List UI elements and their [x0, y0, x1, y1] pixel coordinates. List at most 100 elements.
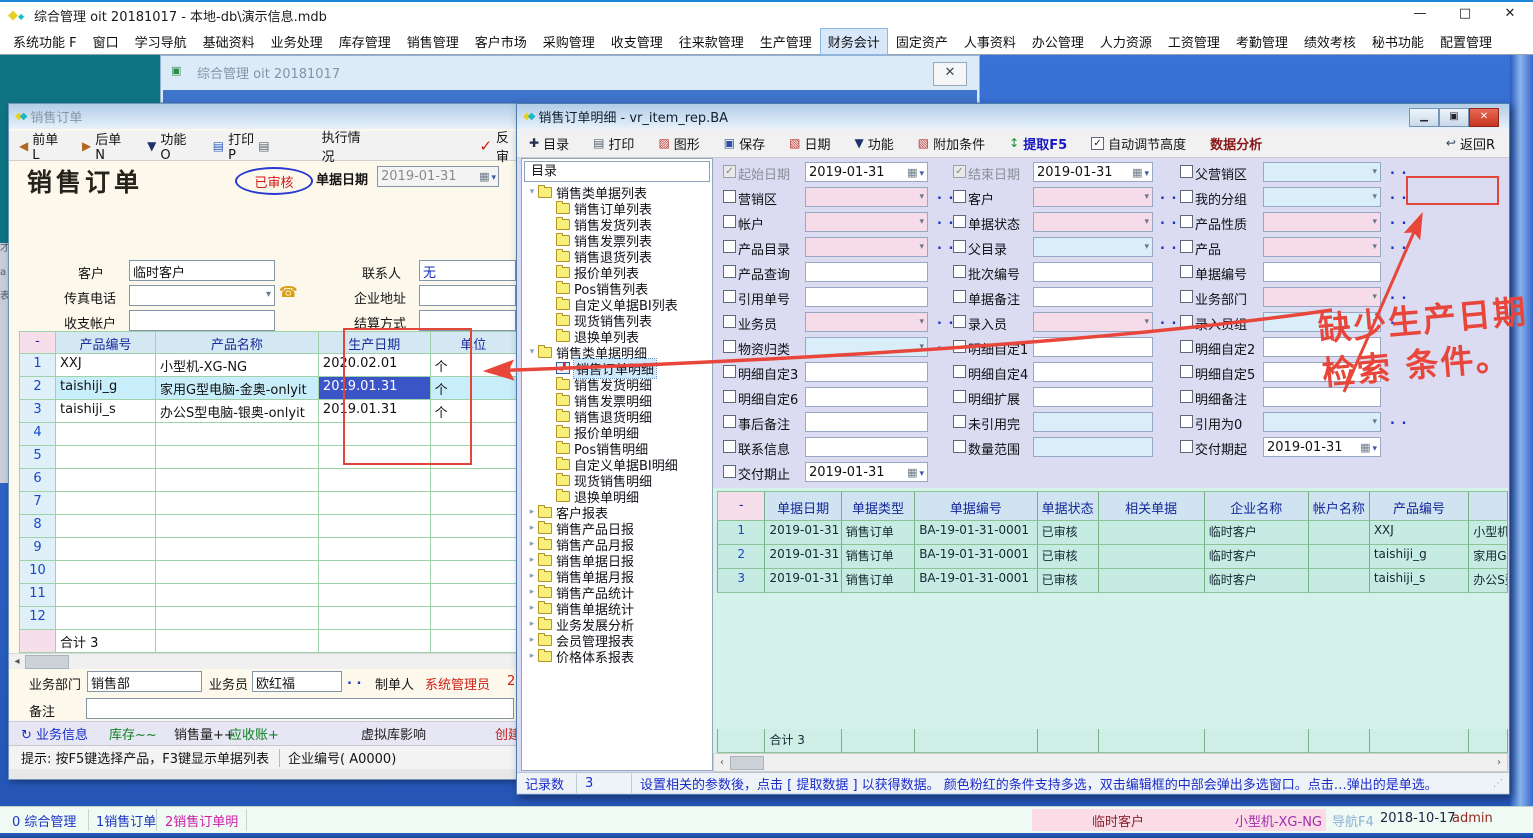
filter-field-产品查询[interactable] [805, 262, 928, 282]
row-number[interactable]: 3 [717, 569, 765, 593]
taskbar-item-1销售订单[interactable]: 1销售订单 [96, 811, 156, 830]
collapsed-icon[interactable]: ▸ [526, 587, 538, 597]
filter-field-明细自定1[interactable] [1033, 337, 1153, 357]
detail-toolbar-自动调节高度[interactable]: ✓自动调节高度 [1091, 134, 1186, 153]
filter-field-产品目录[interactable]: ▾ [805, 237, 928, 257]
filter-field-明细自定2[interactable] [1263, 337, 1381, 357]
chevron-down-icon[interactable]: ▾ [919, 192, 924, 202]
menu-item-16[interactable]: 办公管理 [1025, 29, 1091, 54]
table-cell[interactable] [1309, 569, 1370, 593]
printer2-icon[interactable]: ▤ [258, 139, 269, 153]
table-cell[interactable]: 已审核 [1038, 545, 1099, 569]
filter-checkbox-明细扩展[interactable] [953, 390, 966, 403]
filter-field-批次编号[interactable] [1033, 262, 1153, 282]
table-cell[interactable]: 小型机-XG-NG [1469, 521, 1508, 545]
table-cell[interactable] [319, 469, 431, 492]
table-cell[interactable] [56, 607, 156, 630]
filter-checkbox-数量范围[interactable] [953, 440, 966, 453]
filter-field-明细扩展[interactable] [1033, 387, 1153, 407]
column-header[interactable]: - [19, 331, 56, 354]
filter-checkbox-明细备注[interactable] [1180, 390, 1193, 403]
multi-select-dots[interactable]: . . [1390, 213, 1407, 228]
detail-toolbar-目录[interactable]: ✚目录 [529, 134, 569, 153]
account-field[interactable] [129, 310, 275, 331]
table-cell[interactable]: 2019-01-31 [765, 545, 841, 569]
filter-checkbox-产品目录[interactable] [723, 240, 736, 253]
chevron-down-icon[interactable]: ▾ [1144, 317, 1149, 327]
sales-order-titlebar[interactable]: ◆◆ 销售订单 [9, 104, 517, 129]
link-虚拟库影响[interactable]: 虚拟库影响 [361, 724, 426, 743]
multi-select-dots[interactable]: . . [1390, 238, 1407, 253]
chevron-down-icon[interactable]: ▾ [1372, 417, 1377, 427]
menu-item-2[interactable]: 窗口 [86, 29, 126, 54]
scroll-right-icon[interactable]: › [1491, 757, 1507, 768]
table-cell[interactable]: 办公S型电脑-银奥-onlyit [156, 400, 319, 423]
filter-checkbox-单据编号[interactable] [1180, 265, 1193, 278]
menu-item-10[interactable]: 收支管理 [604, 29, 670, 54]
tree-item-退换单明细[interactable]: 退换单明细 [522, 488, 712, 504]
table-cell[interactable] [319, 515, 431, 538]
chevron-down-icon[interactable]: ▾ [919, 317, 924, 327]
clerk-field[interactable]: 欧红福 [252, 671, 342, 692]
table-cell[interactable] [431, 446, 517, 469]
maximize-icon[interactable]: □ [1450, 6, 1480, 21]
collapsed-icon[interactable]: ▸ [526, 555, 538, 565]
table-cell[interactable] [156, 446, 319, 469]
chevron-down-icon[interactable]: ▾ [919, 342, 924, 352]
filter-checkbox-录入员组[interactable] [1180, 315, 1193, 328]
chevron-down-icon[interactable]: ▾ [1372, 192, 1377, 202]
table-cell[interactable] [319, 423, 431, 446]
multi-select-dots[interactable]: . . [1160, 188, 1177, 203]
close-icon[interactable]: ✕ [1469, 108, 1499, 127]
table-cell[interactable] [431, 492, 517, 515]
table-cell[interactable] [319, 584, 431, 607]
filter-field-产品[interactable]: ▾ [1263, 237, 1381, 257]
column-header[interactable]: 单据状态 [1038, 491, 1099, 521]
detail-toolbar-返回R[interactable]: ↩返回R [1446, 134, 1495, 153]
collapsed-icon[interactable]: ▸ [526, 523, 538, 533]
scroll-left-icon[interactable]: ‹ [714, 757, 730, 768]
table-cell[interactable]: 临时客户 [1205, 569, 1309, 593]
filter-field-数量范围[interactable] [1033, 437, 1153, 457]
table-cell[interactable] [156, 584, 319, 607]
table-cell[interactable] [56, 515, 156, 538]
filter-field-联系信息[interactable] [805, 437, 928, 457]
filter-checkbox-批次编号[interactable] [953, 265, 966, 278]
column-header[interactable]: 单据类型 [842, 491, 915, 521]
table-cell[interactable]: 销售订单 [842, 545, 915, 569]
table-cell[interactable]: BA-19-01-31-0001 [915, 545, 1037, 569]
order-items-table[interactable]: -产品编号产品名称生产日期单位1XXJ小型机-XG-NG2020.02.01个2… [19, 331, 517, 653]
filter-checkbox-父营销区[interactable] [1180, 165, 1193, 178]
table-row[interactable]: 3taishiji_s办公S型电脑-银奥-onlyit2019.01.31个 [19, 400, 517, 423]
scroll-left-icon[interactable]: ◂ [9, 656, 25, 667]
collapsed-icon[interactable]: ▸ [526, 635, 538, 645]
chevron-down-icon[interactable]: ▾ [1144, 217, 1149, 227]
filter-field-录入员组[interactable]: ▾ [1263, 312, 1381, 332]
chevron-down-icon[interactable]: ▾ [1372, 167, 1377, 177]
table-cell[interactable]: 个 [431, 354, 517, 377]
table-cell[interactable]: 已审核 [1038, 569, 1099, 593]
column-header[interactable]: 产品名称 [156, 331, 319, 354]
order-toolbar-前单L[interactable]: ◀前单L [19, 129, 60, 163]
column-header[interactable]: 帐户名称 [1309, 491, 1370, 521]
multi-select-dots[interactable]: . . [1160, 213, 1177, 228]
filter-field-明细自定5[interactable] [1263, 362, 1381, 382]
column-header[interactable]: 企业名称 [1205, 491, 1309, 521]
table-cell[interactable] [1099, 569, 1205, 593]
table-cell[interactable] [431, 469, 517, 492]
chevron-down-icon[interactable]: ▾ [1372, 292, 1377, 302]
filter-field-引用为0[interactable]: ▾ [1263, 412, 1381, 432]
filter-field-单据状态[interactable]: ▾ [1033, 212, 1153, 232]
detail-toolbar-日期[interactable]: ▧日期 [789, 134, 830, 153]
filter-checkbox-事后备注[interactable] [723, 415, 736, 428]
table-row[interactable]: 2taishiji_g家用G型电脑-金奥-onlyit2019.01.31个 [19, 377, 517, 400]
table-cell[interactable] [431, 607, 517, 630]
detail-results-table[interactable]: -单据日期单据类型单据编号单据状态相关单据企业名称帐户名称产品编号12019-0… [713, 488, 1508, 753]
multi-select-dots[interactable]: . . [937, 188, 954, 203]
table-cell[interactable]: 销售订单 [842, 521, 915, 545]
table-cell[interactable] [431, 515, 517, 538]
detail-toolbar-图形[interactable]: ▨图形 [658, 134, 699, 153]
menu-item-7[interactable]: 销售管理 [400, 29, 466, 54]
more-dots[interactable]: . . [347, 673, 361, 688]
table-cell[interactable] [319, 607, 431, 630]
